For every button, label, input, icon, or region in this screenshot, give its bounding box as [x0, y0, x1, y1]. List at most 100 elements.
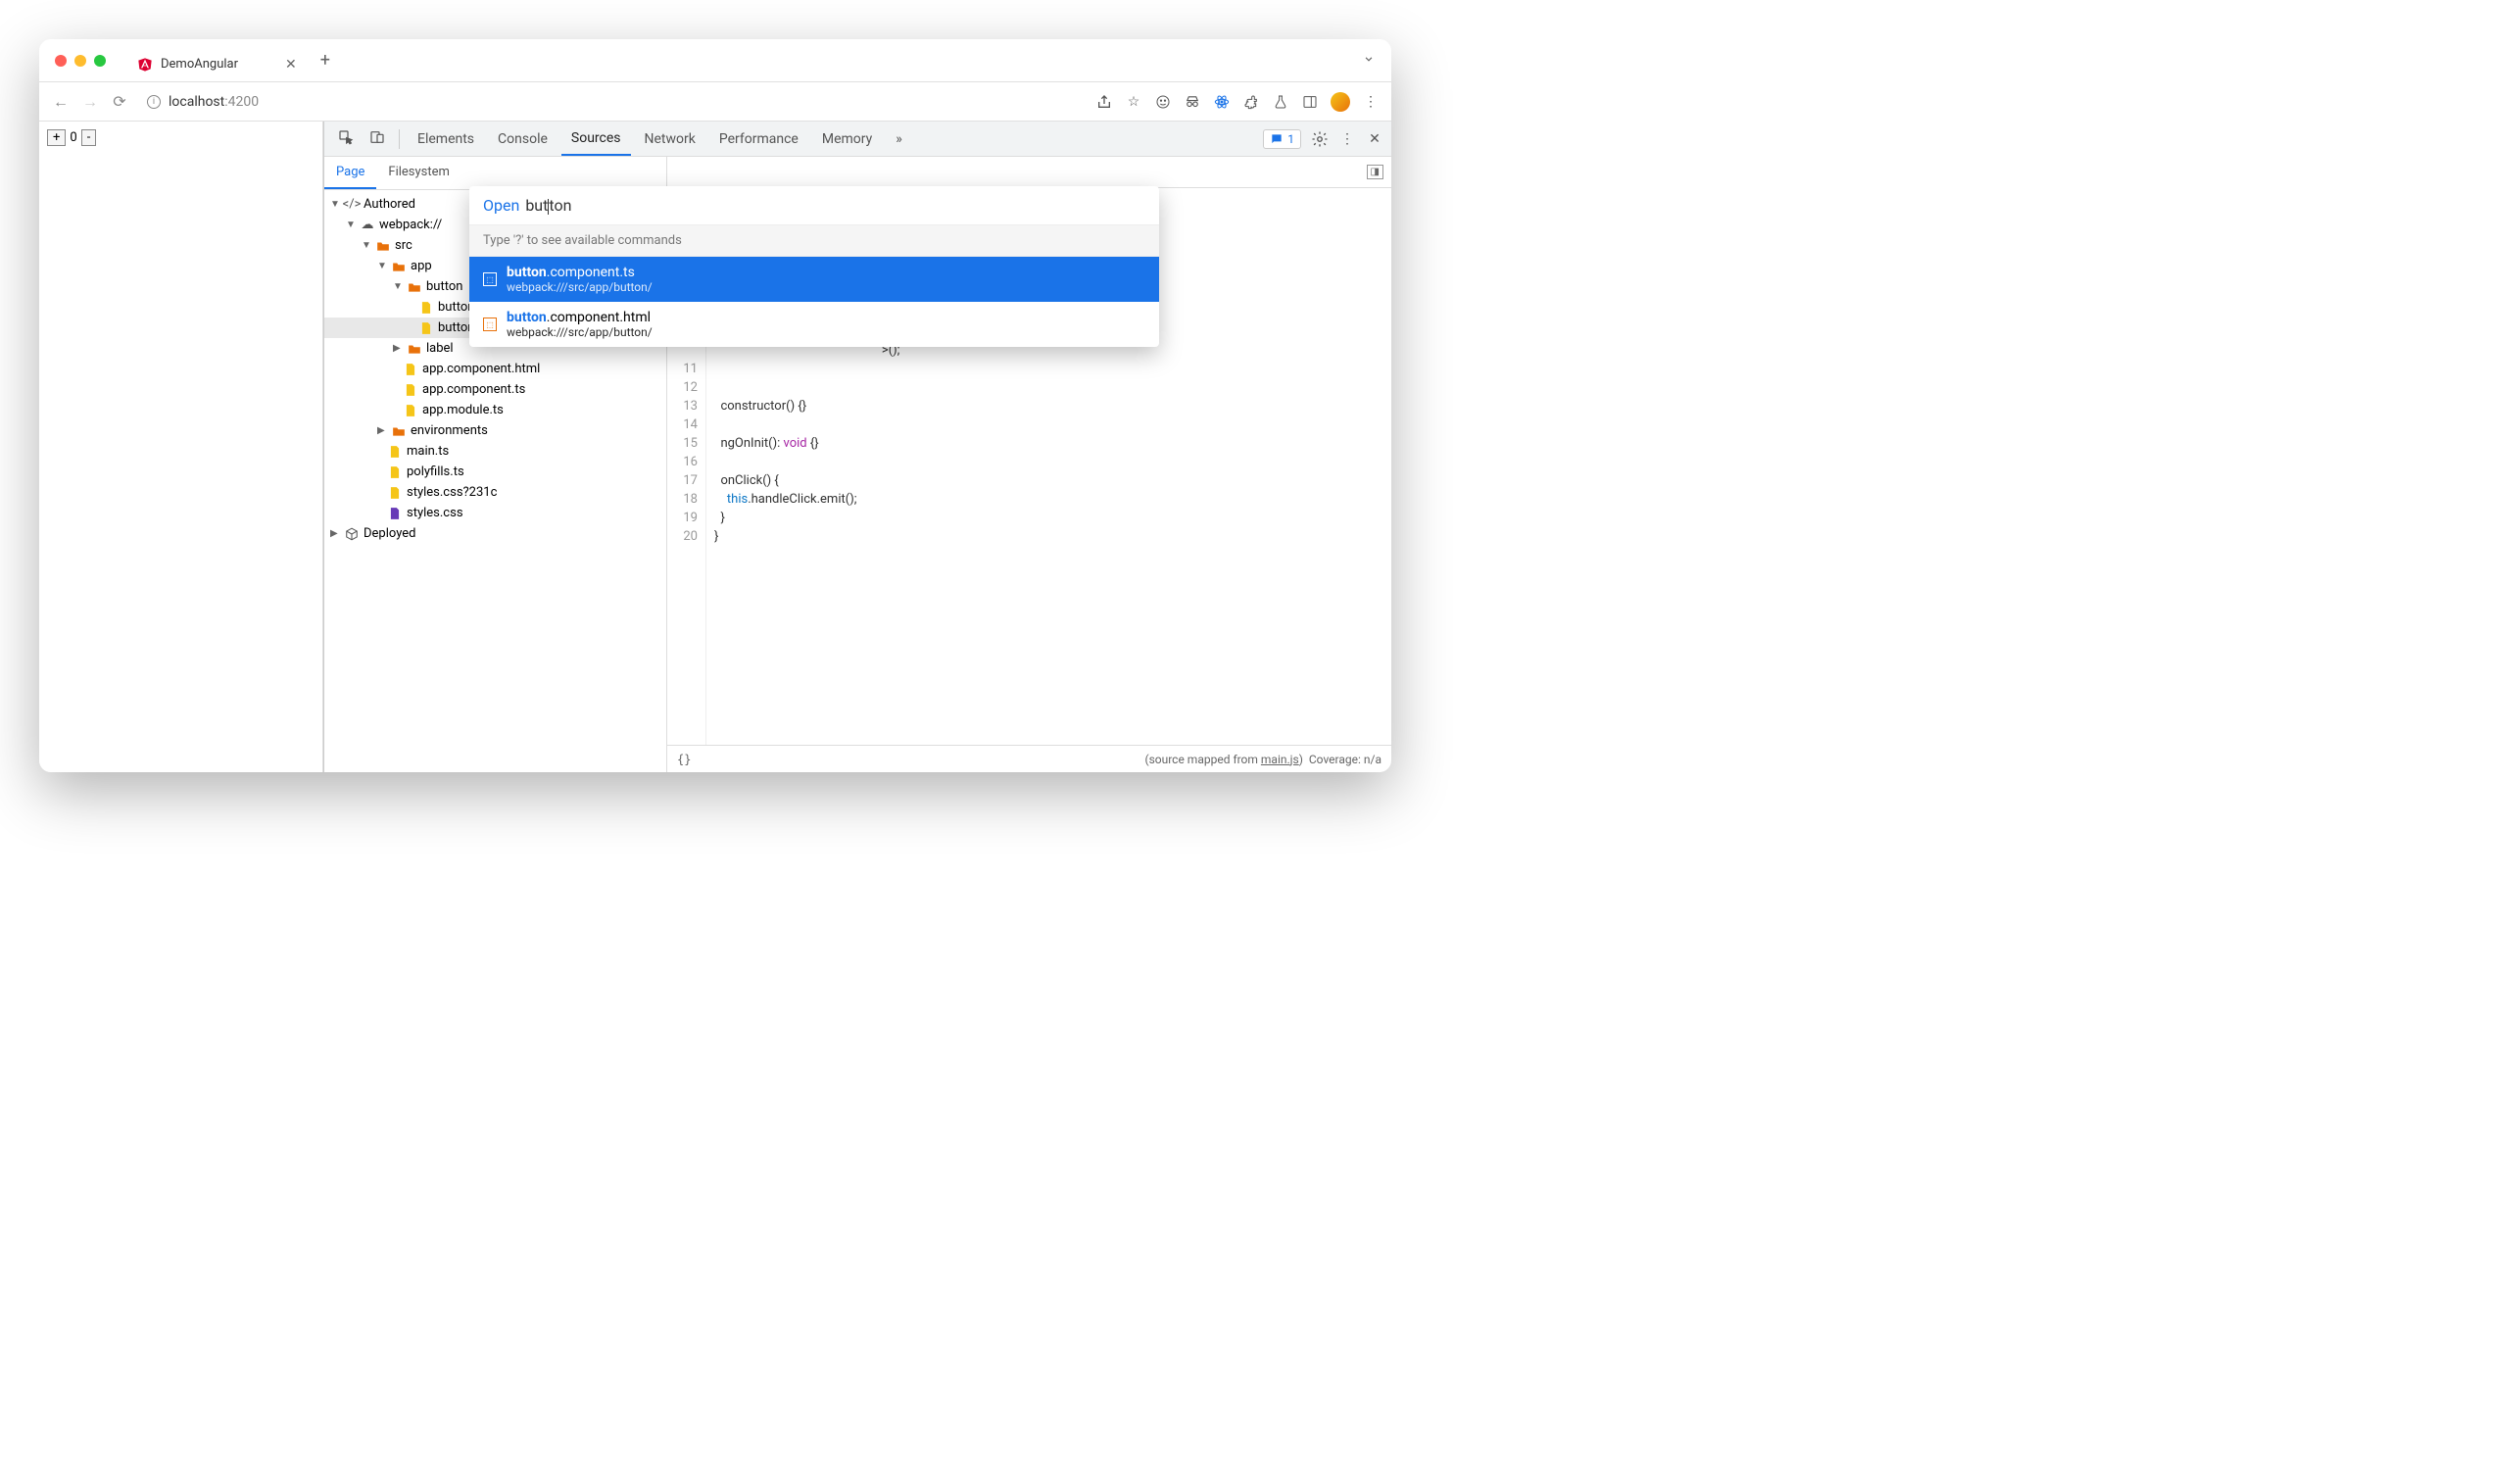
palette-result-0[interactable]: ⬚ button.component.ts webpack:///src/app…: [469, 257, 1159, 302]
devtools: Elements Console Sources Network Perform…: [323, 122, 1391, 772]
url-text: localhost:4200: [169, 94, 259, 110]
decrement-button[interactable]: -: [81, 129, 97, 146]
box-icon: [344, 527, 360, 541]
editor-tabbar: ◨: [667, 157, 1391, 188]
increment-button[interactable]: +: [47, 129, 66, 146]
minimize-window-button[interactable]: [74, 55, 86, 67]
close-window-button[interactable]: [55, 55, 67, 67]
forward-button[interactable]: →: [80, 92, 100, 112]
share-icon[interactable]: [1095, 93, 1113, 111]
counter-widget: + 0 -: [47, 129, 315, 146]
angular-icon: [137, 57, 153, 73]
toggle-sidebar-icon[interactable]: ◨: [1367, 165, 1383, 179]
chevron-down-icon: [1362, 52, 1376, 66]
folder-icon: [407, 280, 422, 294]
tab-elements[interactable]: Elements: [408, 123, 484, 155]
close-devtools-icon[interactable]: ✕: [1366, 130, 1383, 148]
tree-app-ts[interactable]: app.component.ts: [324, 379, 666, 400]
folder-icon: [391, 424, 407, 438]
sources-tab-page[interactable]: Page: [324, 157, 376, 189]
reload-button[interactable]: ⟳: [110, 92, 129, 111]
react-ext-icon[interactable]: [1213, 93, 1231, 111]
devtools-tabbar: Elements Console Sources Network Perform…: [324, 122, 1391, 157]
settings-icon[interactable]: [1311, 130, 1329, 148]
toolbar-icons: ☆ ⋮: [1095, 92, 1380, 112]
cloud-icon: ☁: [360, 219, 375, 232]
tab-sources[interactable]: Sources: [561, 122, 631, 156]
folder-icon: [391, 260, 407, 273]
file-icon: [387, 486, 403, 500]
issues-badge[interactable]: 1: [1263, 129, 1301, 149]
tab-title: DemoAngular: [161, 57, 238, 72]
site-info-icon[interactable]: i: [147, 95, 161, 109]
tree-app-module[interactable]: app.module.ts: [324, 400, 666, 420]
browser-window: DemoAngular ✕ + ← → ⟳ i localhost:4200 ☆…: [39, 39, 1391, 772]
tree-polyfills[interactable]: polyfills.ts: [324, 462, 666, 482]
maximize-window-button[interactable]: [94, 55, 106, 67]
url-field[interactable]: i localhost:4200: [139, 94, 1086, 110]
folder-icon: [375, 239, 391, 253]
tab-memory[interactable]: Memory: [812, 123, 882, 155]
coverage-label: Coverage: n/a: [1309, 753, 1381, 766]
ts-file-icon: ⬚: [483, 272, 497, 286]
palette-result-1[interactable]: ⬚ button.component.html webpack:///src/a…: [469, 302, 1159, 347]
content-area: + 0 - Elements Console Sources Network P…: [39, 122, 1391, 772]
file-icon: [387, 507, 403, 520]
face-icon[interactable]: [1154, 93, 1172, 111]
tab-more[interactable]: »: [886, 123, 912, 155]
tree-environments[interactable]: ▶environments: [324, 420, 666, 441]
tree-main-ts[interactable]: main.ts: [324, 441, 666, 462]
device-toolbar-icon[interactable]: [363, 125, 391, 153]
labs-icon[interactable]: [1272, 93, 1289, 111]
browser-menu-icon[interactable]: ⋮: [1362, 93, 1380, 111]
sources-nav-tabs: Page Filesystem: [324, 157, 666, 190]
folder-icon: [407, 342, 422, 356]
tree-styles[interactable]: styles.css: [324, 503, 666, 523]
chat-icon: [1270, 132, 1284, 146]
page-viewport: + 0 -: [39, 122, 323, 772]
palette-open-label: Open: [483, 196, 519, 215]
file-icon: [387, 465, 403, 479]
html-file-icon: ⬚: [483, 318, 497, 331]
tree-app-html[interactable]: app.component.html: [324, 359, 666, 379]
pretty-print-button[interactable]: {}: [677, 753, 691, 766]
file-icon: [387, 445, 403, 459]
file-icon: [403, 363, 418, 376]
titlebar: DemoAngular ✕ +: [39, 39, 1391, 82]
tab-performance[interactable]: Performance: [709, 123, 808, 155]
tree-styles-q[interactable]: styles.css?231c: [324, 482, 666, 503]
palette-input-row[interactable]: Open button: [469, 186, 1159, 224]
inspect-element-icon[interactable]: [332, 125, 360, 153]
address-bar: ← → ⟳ i localhost:4200 ☆ ⋮: [39, 82, 1391, 122]
editor-footer: {} (source mapped from main.js) Coverage…: [667, 745, 1391, 772]
tabstrip-chevron[interactable]: [1362, 51, 1376, 70]
file-icon: [418, 301, 434, 315]
profile-avatar[interactable]: [1331, 92, 1350, 112]
palette-hint: Type '?' to see available commands: [469, 224, 1159, 257]
devtools-menu-icon[interactable]: ⋮: [1338, 130, 1356, 148]
bookmark-star-icon[interactable]: ☆: [1125, 93, 1142, 111]
open-file-palette: Open button Type '?' to see available co…: [469, 186, 1159, 347]
window-controls: [55, 55, 106, 67]
palette-query: button: [525, 196, 571, 215]
code-icon: </>: [344, 198, 360, 212]
new-tab-button[interactable]: +: [320, 50, 330, 71]
counter-value: 0: [68, 130, 78, 145]
tree-deployed[interactable]: ▶Deployed: [324, 523, 666, 544]
extensions-icon[interactable]: [1242, 93, 1260, 111]
source-map-link[interactable]: main.js: [1261, 753, 1299, 766]
close-tab-button[interactable]: ✕: [285, 57, 297, 73]
sources-panel: Page Filesystem ▼</>Authored ▼☁webpack:/…: [324, 157, 1391, 772]
sources-tab-filesystem[interactable]: Filesystem: [376, 157, 461, 189]
divider: [399, 129, 400, 149]
panel-icon[interactable]: [1301, 93, 1319, 111]
tab-network[interactable]: Network: [635, 123, 705, 155]
browser-tab[interactable]: DemoAngular ✕: [125, 51, 309, 78]
footer-info: (source mapped from main.js) Coverage: n…: [1144, 753, 1381, 766]
file-icon: [418, 321, 434, 335]
file-icon: [403, 383, 418, 397]
back-button[interactable]: ←: [51, 92, 71, 112]
issues-count: 1: [1287, 132, 1294, 146]
incognito-icon[interactable]: [1184, 93, 1201, 111]
tab-console[interactable]: Console: [488, 123, 557, 155]
